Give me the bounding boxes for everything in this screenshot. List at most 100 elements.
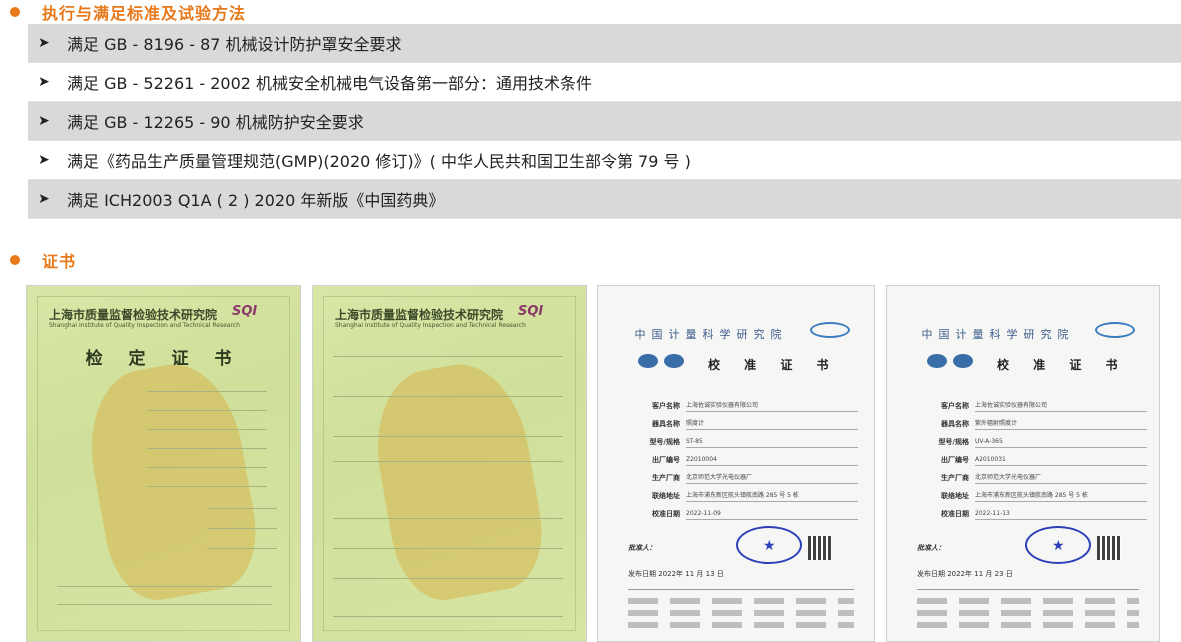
footer-divider — [917, 589, 1139, 590]
bullet-dot-icon — [10, 7, 20, 17]
footer-text-lines — [628, 598, 854, 604]
certificate-title: 校 准 证 书 — [708, 358, 839, 372]
field-line — [333, 578, 563, 579]
standards-list: ➤ 满足 GB - 8196 - 87 机械设计防护罩安全要求 ➤ 满足 GB … — [28, 24, 1181, 219]
certificate-field: 器具名称 照度计 — [628, 416, 858, 432]
field-label: 校准日期 — [652, 510, 680, 518]
accreditation-badges — [927, 354, 973, 368]
certificate-org: 中国计量科学研究院 — [921, 328, 1075, 341]
field-label: 器具名称 — [941, 420, 969, 428]
sqi-logo-icon: SQI — [232, 304, 258, 319]
certificate-title: 检 定 证 书 — [85, 349, 242, 369]
arrow-bullet-icon: ➤ — [38, 191, 50, 207]
field-line — [147, 391, 267, 392]
issue-date: 发布日期 2022年 11 月 13 日 — [628, 570, 724, 578]
certificate-image-calibration-1[interactable]: 中国计量科学研究院 校 准 证 书 客户名称 上海佐诚实验仪器有限公司 器具名称… — [597, 285, 875, 642]
accreditation-badges — [638, 354, 684, 368]
field-label: 客户名称 — [941, 402, 969, 410]
section-certificates-title: 证书 — [42, 252, 77, 271]
certificate-image-inspection[interactable]: 上海市质量监督检验技术研究院 Shanghai Institute of Qua… — [312, 285, 587, 642]
field-line — [333, 356, 563, 357]
standard-item: ➤ 满足 ICH2003 Q1A ( 2 ) 2020 年新版《中国药典》 — [28, 180, 1181, 219]
field-line — [333, 436, 563, 437]
field-label: 联络地址 — [652, 492, 680, 500]
section-certificates-header: 证书 — [10, 248, 76, 272]
footer-text-lines — [917, 610, 1139, 616]
field-line — [57, 586, 272, 587]
field-label: 型号/规格 — [649, 438, 680, 446]
field-value: 北京师范大学光电仪器厂 — [975, 472, 1147, 484]
field-line — [147, 410, 267, 411]
nim-logo-icon — [810, 322, 850, 338]
field-line — [333, 461, 563, 462]
star-icon: ★ — [1052, 538, 1065, 554]
qr-code-icon — [1097, 536, 1121, 560]
field-label: 客户名称 — [652, 402, 680, 410]
field-value: 上海市浦东新区航头镇航南路 285 号 5 栋 — [686, 490, 858, 502]
certificate-field: 出厂编号 A2010031 — [917, 452, 1147, 468]
certificate-field: 联络地址 上海市浦东新区航头镇航南路 285 号 5 栋 — [628, 488, 858, 504]
field-value: Z2010004 — [686, 454, 858, 466]
field-value: UV-A-365 — [975, 436, 1147, 448]
field-line — [147, 467, 267, 468]
field-label: 生产厂商 — [652, 474, 680, 482]
field-line — [333, 616, 563, 617]
field-value: 上海佐诚实验仪器有限公司 — [975, 400, 1147, 412]
standard-item: ➤ 满足 GB - 52261 - 2002 机械安全机械电气设备第一部分：通用… — [28, 63, 1181, 102]
certificate-org-en: Shanghai Institute of Quality Inspection… — [49, 322, 240, 329]
sqi-logo-icon: SQI — [518, 304, 544, 319]
field-value: A2010031 — [975, 454, 1147, 466]
field-line — [147, 486, 267, 487]
bullet-dot-icon — [10, 255, 20, 265]
certificate-org: 中国计量科学研究院 — [634, 328, 788, 341]
arrow-bullet-icon: ➤ — [38, 113, 50, 129]
arrow-bullet-icon: ➤ — [38, 35, 50, 51]
cnas-badge-icon — [664, 354, 684, 368]
certificate-field: 型号/规格 UV-A-365 — [917, 434, 1147, 450]
field-value: 上海佐诚实验仪器有限公司 — [686, 400, 858, 412]
standard-text: 满足 GB - 52261 - 2002 机械安全机械电气设备第一部分：通用技术… — [67, 74, 593, 93]
standard-item: ➤ 满足《药品生产质量管理规范(GMP)(2020 修订)》( 中华人民共和国卫… — [28, 141, 1181, 180]
field-label: 出厂编号 — [941, 456, 969, 464]
certificate-gallery: 上海市质量监督检验技术研究院 Shanghai Institute of Qua… — [0, 285, 1181, 642]
issue-date: 发布日期 2022年 11 月 23 日 — [917, 570, 1013, 578]
field-value: 2022-11-13 — [975, 508, 1147, 520]
field-line — [147, 429, 267, 430]
arrow-bullet-icon: ➤ — [38, 152, 50, 168]
certificate-field: 客户名称 上海佐诚实验仪器有限公司 — [917, 398, 1147, 414]
field-value: 北京师范大学光电仪器厂 — [686, 472, 858, 484]
footer-divider — [628, 589, 854, 590]
certificate-title: 校 准 证 书 — [997, 358, 1128, 372]
ilac-badge-icon — [638, 354, 658, 368]
field-value: 上海市浦东新区航头镇航南路 285 号 5 栋 — [975, 490, 1147, 502]
footer-text-lines — [917, 598, 1139, 604]
footer-text-lines — [628, 622, 854, 628]
certificate-field: 联络地址 上海市浦东新区航头镇航南路 285 号 5 栋 — [917, 488, 1147, 504]
field-line — [333, 548, 563, 549]
official-seal-icon: ★ — [736, 526, 802, 564]
field-label: 生产厂商 — [941, 474, 969, 482]
field-line — [333, 518, 563, 519]
standard-text: 满足 GB - 12265 - 90 机械防护安全要求 — [67, 113, 364, 132]
field-line — [207, 548, 277, 549]
certificate-image-calibration-2[interactable]: 中国计量科学研究院 校 准 证 书 客户名称 上海佐诚实验仪器有限公司 器具名称… — [886, 285, 1160, 642]
section-standards-title: 执行与满足标准及试验方法 — [42, 4, 247, 23]
official-seal-icon: ★ — [1025, 526, 1091, 564]
field-line — [207, 508, 277, 509]
certificate-org: 上海市质量监督检验技术研究院 — [49, 308, 218, 322]
certificate-field: 校准日期 2022-11-13 — [917, 506, 1147, 522]
nim-logo-icon — [1095, 322, 1135, 338]
certificate-field: 客户名称 上海佐诚实验仪器有限公司 — [628, 398, 858, 414]
standard-item: ➤ 满足 GB - 12265 - 90 机械防护安全要求 — [28, 102, 1181, 141]
certificate-field: 出厂编号 Z2010004 — [628, 452, 858, 468]
field-line — [333, 396, 563, 397]
certificate-field: 器具名称 紫外辐射照度计 — [917, 416, 1147, 432]
footer-text-lines — [917, 622, 1139, 628]
field-label: 联络地址 — [941, 492, 969, 500]
approver-label: 批准人： — [628, 544, 656, 552]
certificate-image-verification[interactable]: 上海市质量监督检验技术研究院 Shanghai Institute of Qua… — [26, 285, 301, 642]
field-line — [57, 604, 272, 605]
cnas-badge-icon — [953, 354, 973, 368]
qr-code-icon — [808, 536, 832, 560]
field-value: ST-85 — [686, 436, 858, 448]
